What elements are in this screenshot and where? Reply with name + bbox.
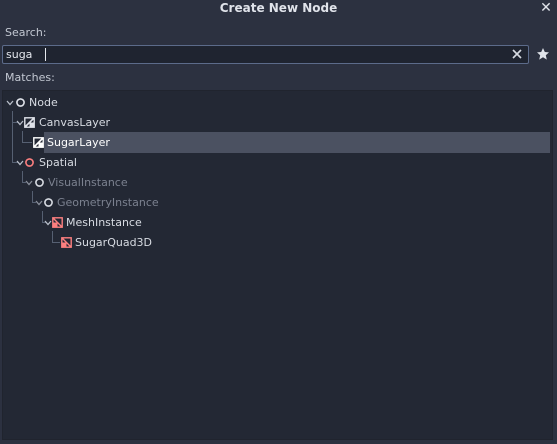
dialog-title: Create New Node (219, 1, 338, 15)
tree-item-meshinstance[interactable]: MeshInstance (0, 213, 549, 233)
meshinstance-icon (61, 237, 72, 248)
tree-item-label: VisualInstance (48, 176, 128, 189)
chevron-down-icon[interactable] (35, 199, 43, 207)
clear-icon[interactable] (510, 46, 524, 63)
tree-item-sugarquad3d[interactable]: SugarQuad3D (0, 233, 549, 253)
tree-item-canvaslayer[interactable]: CanvasLayer (0, 113, 549, 133)
text-caret (45, 48, 46, 61)
chevron-down-icon[interactable] (25, 179, 33, 187)
tree-item-label: Node (29, 96, 58, 109)
meshinstance-icon (52, 217, 63, 228)
tree-item-label: SugarLayer (47, 136, 110, 149)
tree-item-visualinstance[interactable]: VisualInstance (0, 173, 549, 193)
tree-item-label: GeometryInstance (57, 196, 159, 209)
tree-item-sugarlayer[interactable]: SugarLayer (0, 133, 549, 153)
search-field[interactable] (2, 45, 529, 64)
node-icon (35, 178, 44, 187)
chevron-down-icon[interactable] (44, 219, 52, 227)
canvaslayer-icon (33, 137, 44, 148)
star-icon[interactable] (536, 47, 550, 61)
tree-item-label: MeshInstance (66, 216, 142, 229)
chevron-down-icon[interactable] (16, 159, 24, 167)
chevron-down-icon[interactable] (6, 99, 14, 107)
tree-item-geometryinstance[interactable]: GeometryInstance (0, 193, 549, 213)
search-label: Search: (5, 26, 47, 39)
tree-item-label: CanvasLayer (39, 116, 111, 129)
search-input[interactable] (6, 46, 506, 63)
close-icon[interactable]: ✕ (539, 0, 553, 17)
tree-item-label: SugarQuad3D (75, 236, 153, 249)
canvaslayer-icon (24, 117, 35, 128)
node-icon (16, 98, 25, 107)
title-bar: Create New Node ✕ (0, 0, 557, 18)
node-icon (44, 198, 53, 207)
tree-item-label: Spatial (39, 156, 77, 169)
spatial-icon (25, 158, 34, 167)
tree-item-spatial[interactable]: Spatial (0, 153, 549, 173)
matches-label: Matches: (5, 71, 55, 84)
chevron-down-icon[interactable] (16, 119, 24, 127)
tree-item-node[interactable]: Node (0, 93, 549, 113)
